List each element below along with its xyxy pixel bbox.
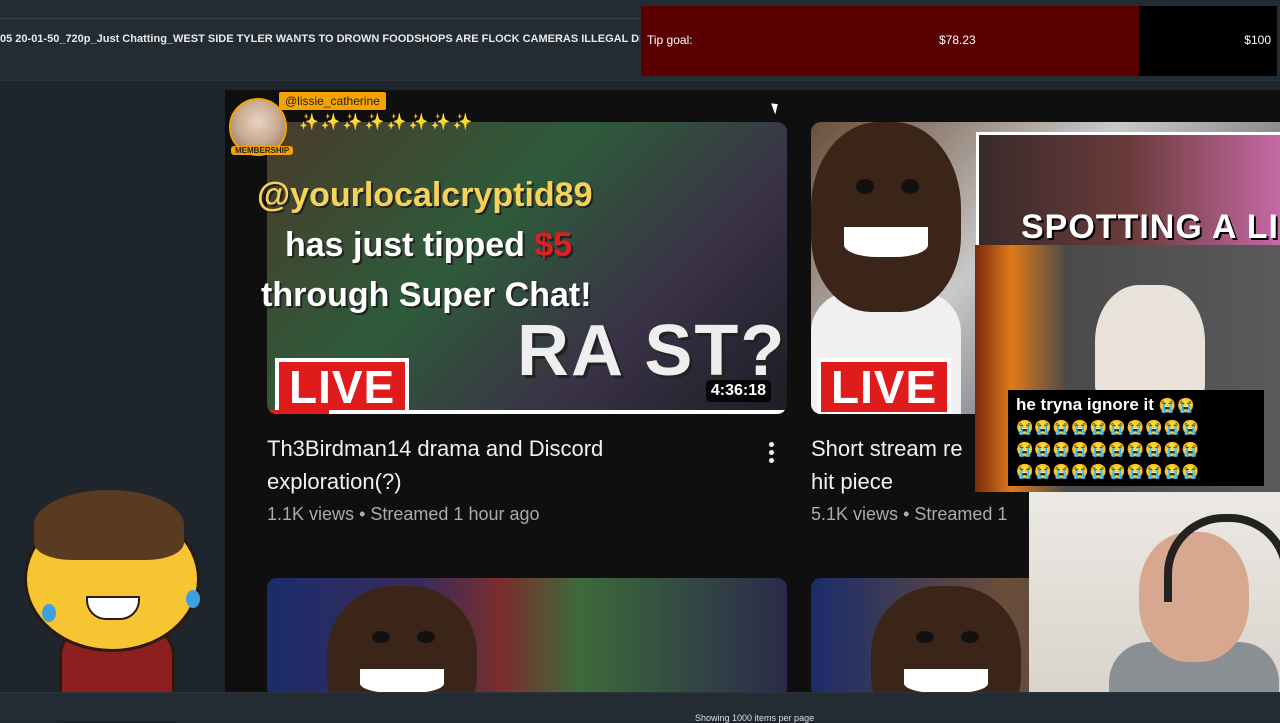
video-duration: 4:36:18 (705, 380, 771, 402)
video-title[interactable]: Th3Birdman14 drama and Discord explorati… (267, 432, 747, 498)
dog-meme-overlay: he tryna ignore it 😭😭 😭😭😭😭😭😭😭😭😭😭 😭😭😭😭😭😭😭… (975, 245, 1280, 492)
progress-watched (267, 410, 330, 414)
stream-age: Streamed 1 hour ago (370, 504, 540, 524)
bear-mascot (811, 122, 961, 312)
video-meta: 1.1K views • Streamed 1 hour ago (267, 504, 540, 525)
tip-goal-target: $100 (1244, 33, 1271, 47)
super-chat-name: @yourlocalcryptid89 (257, 176, 593, 214)
meme-caption: he tryna ignore it (1016, 395, 1154, 414)
emoji-row: 😭😭😭😭😭😭😭😭😭😭 (1016, 419, 1201, 435)
more-options-icon[interactable] (761, 440, 781, 464)
emoji-row: 😭😭 (1158, 397, 1196, 413)
super-chat-prefix: has just tipped (285, 226, 535, 264)
tear-icon (186, 590, 200, 608)
mascot-hair (34, 490, 184, 560)
meta-separator: • (903, 504, 910, 524)
membership-alert: @lissie_catherine ✨✨✨✨✨✨✨✨ MEMBERSHIP (225, 90, 472, 160)
member-handle: @lissie_catherine (279, 92, 386, 110)
thumbnail-text: SPOTTING A LIAR (1021, 208, 1280, 246)
super-chat-line2: through Super Chat! (261, 276, 592, 314)
video-title-line2: exploration(?) (267, 469, 402, 494)
video-title-line1: Th3Birdman14 drama and Discord (267, 436, 604, 461)
meta-separator: • (359, 504, 366, 524)
video-thumbnail[interactable] (267, 578, 787, 692)
view-count: 1.1K views (267, 504, 355, 524)
super-chat-amount: $5 (534, 226, 573, 264)
items-per-page-text: Showing 1000 items per page (695, 713, 815, 723)
video-thumbnail[interactable]: RA ST? LIVE 4:36:18 (267, 122, 787, 414)
stream-age: Streamed 1 (914, 504, 1008, 524)
live-badge: LIVE (275, 358, 410, 414)
super-chat-line1: has just tipped $5 (285, 226, 572, 265)
divider (0, 18, 640, 19)
tip-goal-widget: Tip goal: $78.23 $100 (641, 6, 1277, 76)
cat-mascot-emote (14, 486, 224, 722)
bear-mascot (327, 586, 477, 692)
tip-goal-progress-fill (641, 6, 1139, 76)
status-bar: Showing 1000 items per page (0, 692, 1280, 723)
bear-mascot (871, 586, 1021, 692)
view-count: 5.1K views (811, 504, 899, 524)
video-meta: 5.1K views • Streamed 1 (811, 504, 1007, 525)
player-title-bar: 05 20-01-50_720p_Just Chatting_WEST SIDE… (0, 0, 1280, 81)
streamer-webcam (1029, 492, 1280, 692)
tip-goal-current: $78.23 (939, 33, 976, 47)
emoji-row: 😭😭😭😭😭😭😭😭😭😭 (1016, 441, 1201, 457)
progress-bar (267, 410, 787, 414)
live-badge: LIVE (817, 358, 952, 414)
membership-badge: MEMBERSHIP (231, 146, 294, 155)
window-title: 05 20-01-50_720p_Just Chatting_WEST SIDE… (0, 33, 640, 45)
headset-icon (1164, 514, 1280, 602)
tear-icon (42, 604, 56, 622)
meme-caption-box: he tryna ignore it 😭😭 😭😭😭😭😭😭😭😭😭😭 😭😭😭😭😭😭😭… (1008, 390, 1264, 486)
tip-goal-label: Tip goal: (647, 33, 693, 47)
emote-row: ✨✨✨✨✨✨✨✨ (299, 114, 475, 131)
emoji-row: 😭😭😭😭😭😭😭😭😭😭 (1016, 463, 1201, 479)
